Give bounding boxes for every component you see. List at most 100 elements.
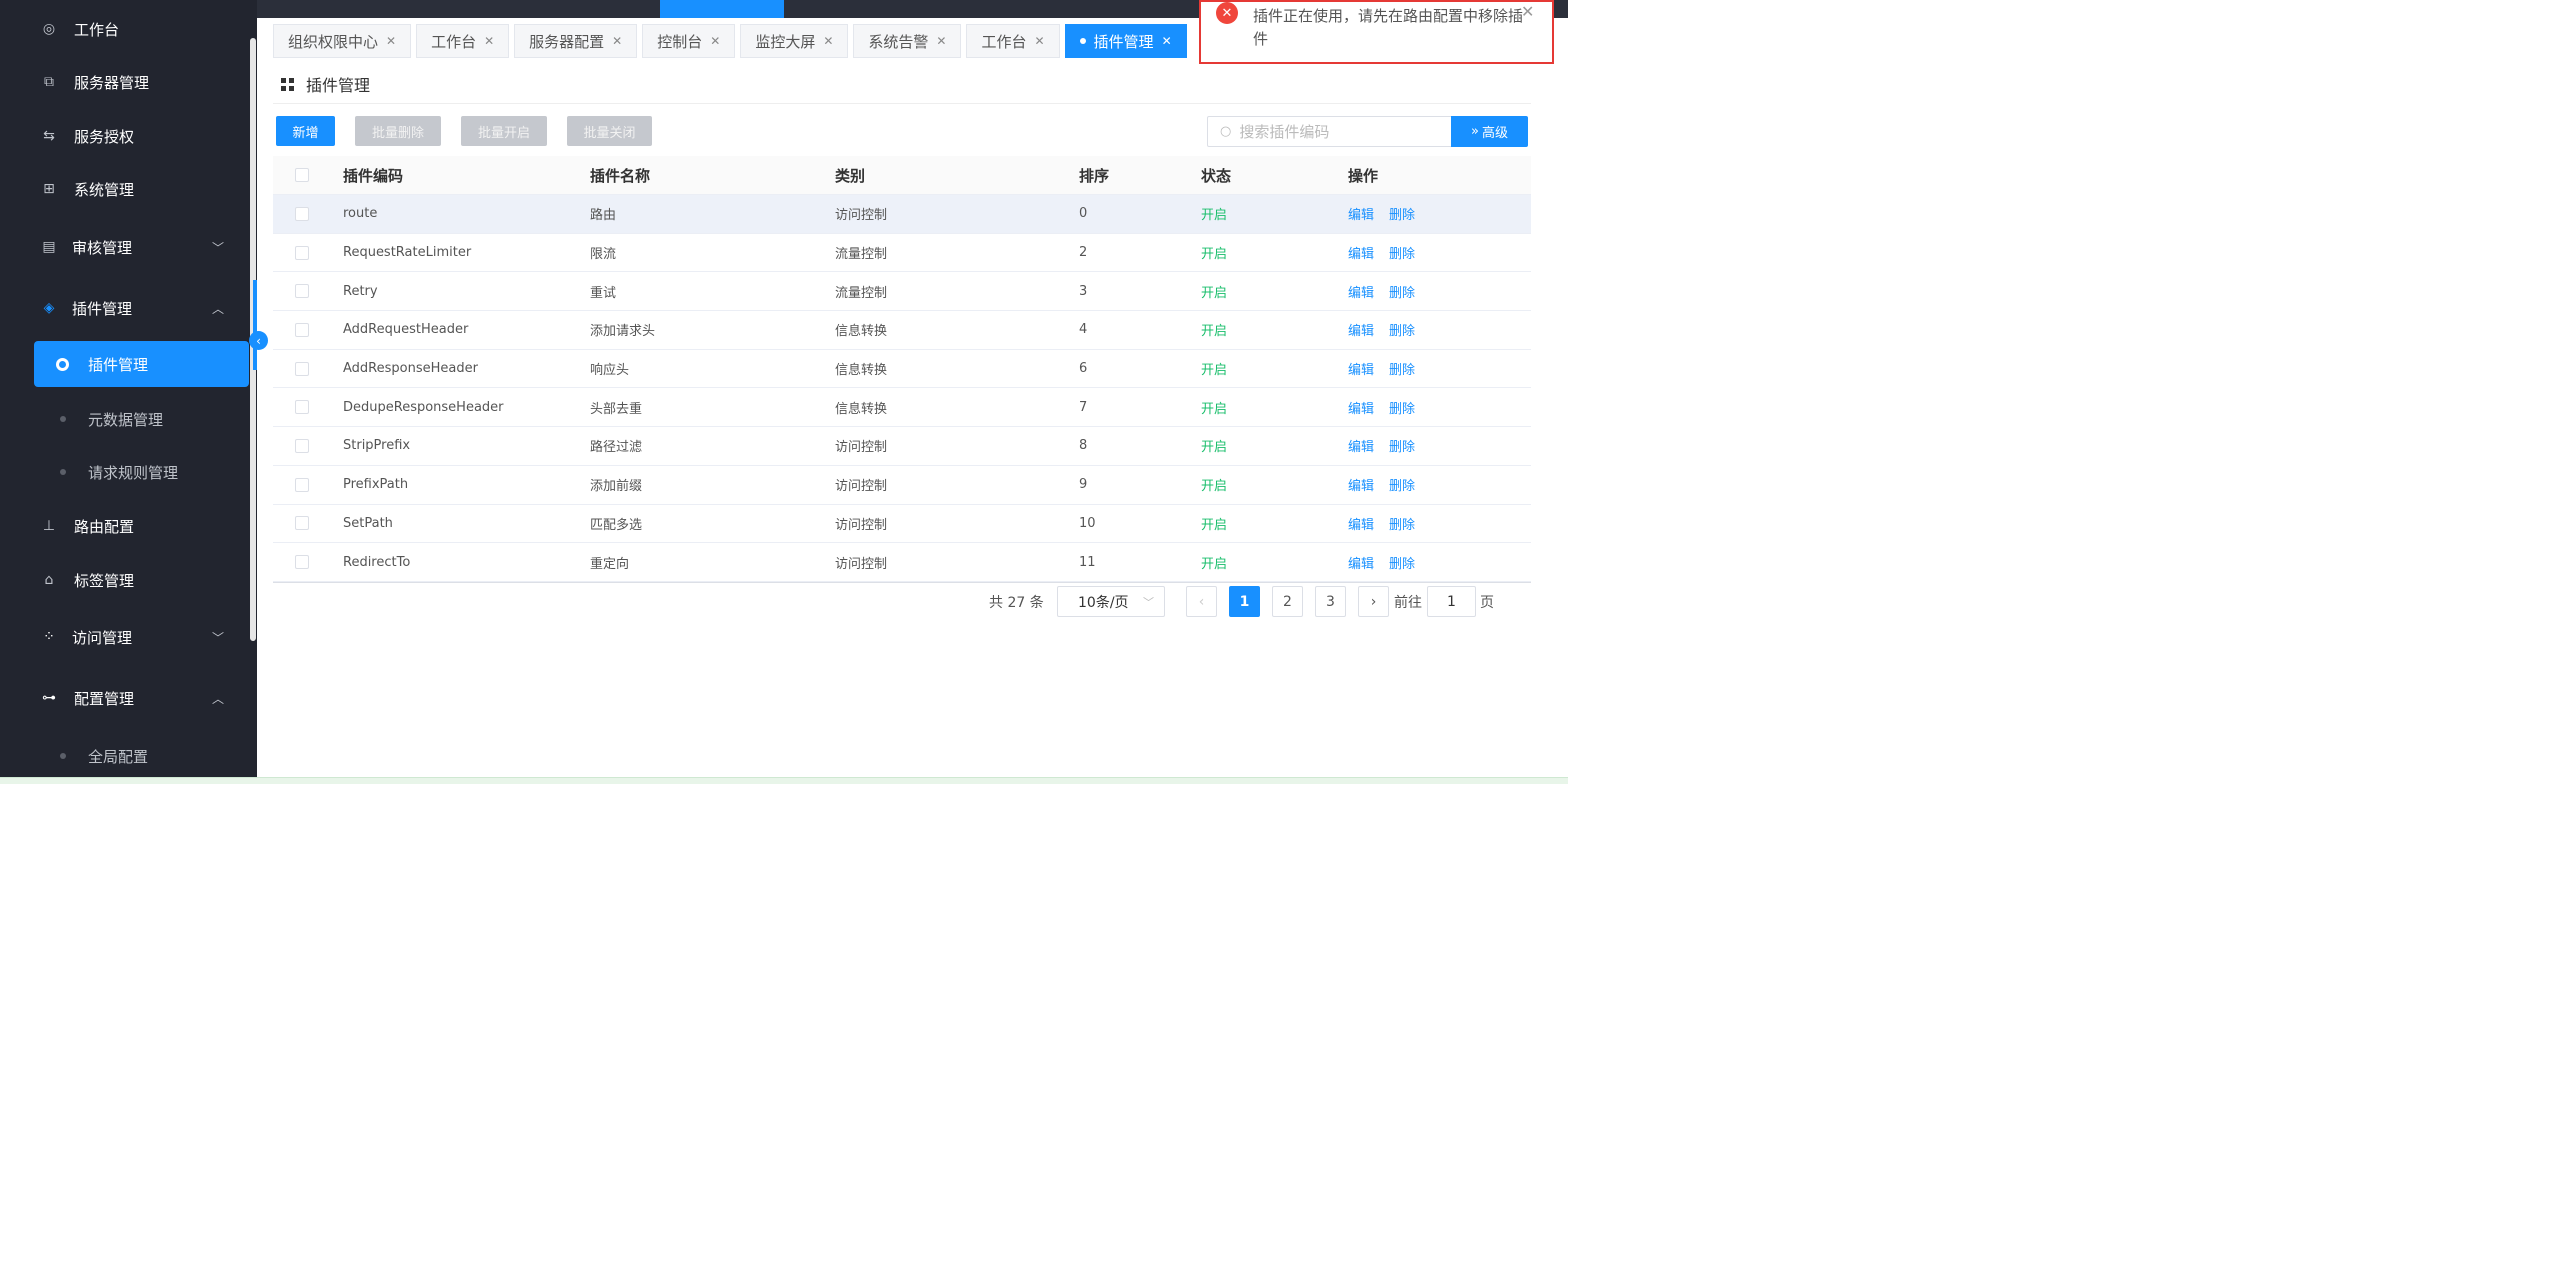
close-icon[interactable]: ✕ [823, 34, 833, 48]
header-plugin-name: 插件名称 [590, 166, 651, 185]
tab-workbench-2[interactable]: 工作台 ✕ [966, 24, 1060, 58]
close-icon[interactable]: ✕ [1034, 34, 1044, 48]
row-checkbox[interactable] [295, 322, 309, 337]
close-icon[interactable]: ✕ [936, 34, 946, 48]
tab-org-permission[interactable]: 组织权限中心 ✕ [273, 24, 412, 58]
tab-server-config[interactable]: 服务器配置 ✕ [514, 24, 638, 58]
sidebar-item-label: 插件管理 [72, 299, 133, 318]
header-operations: 操作 [1348, 166, 1379, 185]
close-icon[interactable]: ✕ [1521, 2, 1534, 21]
sidebar-item-config-management[interactable]: ⊶ 配置管理 ︿ [0, 678, 250, 718]
batch-disable-button[interactable]: 批量关闭 [567, 116, 652, 146]
goto-prefix: 前往 [1394, 594, 1422, 611]
error-icon: ✕ [1216, 2, 1238, 24]
sidebar-item-server-management[interactable]: ⧉ 服务器管理 [0, 62, 250, 102]
row-checkbox[interactable] [295, 284, 309, 299]
table-row: RequestRateLimiter 限流 流量控制 2 开启 编辑 删除 [273, 234, 1531, 273]
delete-link[interactable]: 删除 [1389, 243, 1415, 262]
edit-link[interactable]: 编辑 [1348, 282, 1374, 301]
cell-status: 开启 [1201, 556, 1228, 572]
delete-link[interactable]: 删除 [1389, 436, 1415, 455]
collapse-sidebar-button[interactable]: ‹ [249, 331, 268, 350]
delete-link[interactable]: 删除 [1389, 204, 1415, 223]
goto-page-input[interactable]: 1 [1427, 586, 1476, 617]
submenu-metadata-management[interactable]: 元数据管理 [34, 396, 249, 442]
prev-page-button[interactable]: ‹ [1186, 586, 1217, 617]
edit-link[interactable]: 编辑 [1348, 359, 1374, 378]
row-checkbox[interactable] [295, 361, 309, 376]
advanced-search-button[interactable]: » 高级 [1451, 116, 1528, 147]
row-checkbox[interactable] [295, 400, 309, 415]
page-title: 插件管理 [281, 72, 370, 96]
sidebar-item-audit-management[interactable]: ▤ 审核管理 ﹀ [0, 227, 250, 267]
close-icon[interactable]: ✕ [1162, 34, 1172, 48]
edit-link[interactable]: 编辑 [1348, 320, 1374, 339]
fingerprint-icon: ◎ [42, 21, 56, 37]
delete-link[interactable]: 删除 [1389, 514, 1415, 533]
edit-link[interactable]: 编辑 [1348, 204, 1374, 223]
close-icon[interactable]: ✕ [612, 34, 622, 48]
page-size-select[interactable]: 10条/页 ﹀ [1057, 586, 1165, 617]
table-row: PrefixPath 添加前缀 访问控制 9 开启 编辑 删除 [273, 466, 1531, 505]
sidebar-item-system-management[interactable]: ⊞ 系统管理 [0, 169, 250, 209]
sidebar-item-route-config[interactable]: ⊥ 路由配置 [0, 506, 250, 546]
edit-link[interactable]: 编辑 [1348, 243, 1374, 262]
cell-sort: 10 [1079, 515, 1096, 531]
cell-status: 开启 [1201, 517, 1228, 533]
search-input[interactable]: ○ 搜索插件编码 [1207, 116, 1452, 147]
batch-enable-button[interactable]: 批量开启 [461, 116, 547, 146]
delete-link[interactable]: 删除 [1389, 475, 1415, 494]
close-icon[interactable]: ✕ [710, 34, 720, 48]
cell-plugin-name: 响应头 [590, 363, 630, 379]
batch-delete-button[interactable]: 批量删除 [355, 116, 441, 146]
cell-category: 访问控制 [835, 479, 888, 495]
delete-link[interactable]: 删除 [1389, 398, 1415, 417]
cell-plugin-code: AddRequestHeader [343, 322, 469, 338]
delete-link[interactable]: 删除 [1389, 320, 1415, 339]
tab-plugin-management[interactable]: 插件管理 ✕ [1064, 24, 1187, 58]
row-checkbox[interactable] [295, 245, 309, 260]
sidebar-item-plugin-management[interactable]: ◈ 插件管理 ︿ [0, 288, 250, 328]
sidebar: ◎ 工作台 ⧉ 服务器管理 ⇆ 服务授权 ⊞ 系统管理 ▤ 审核管理 ﹀ ◈ 插… [0, 0, 257, 784]
edit-link[interactable]: 编辑 [1348, 475, 1374, 494]
add-button[interactable]: 新增 [276, 116, 335, 146]
sidebar-item-service-auth[interactable]: ⇆ 服务授权 [0, 116, 250, 156]
page-button-1[interactable]: 1 [1229, 586, 1260, 617]
close-icon[interactable]: ✕ [386, 34, 396, 48]
delete-link[interactable]: 删除 [1389, 282, 1415, 301]
tab-monitor-screen[interactable]: 监控大屏 ✕ [740, 24, 849, 58]
cell-operations: 编辑 删除 [1348, 359, 1415, 378]
delete-link[interactable]: 删除 [1389, 553, 1415, 572]
next-page-button[interactable]: › [1358, 586, 1389, 617]
row-checkbox[interactable] [295, 206, 309, 221]
sidebar-item-tag-management[interactable]: ⌂ 标签管理 [0, 560, 250, 600]
header-sort: 排序 [1079, 166, 1110, 185]
row-checkbox[interactable] [295, 516, 309, 531]
select-all-checkbox[interactable] [295, 168, 309, 182]
submenu-plugin-management[interactable]: 插件管理 [34, 341, 249, 387]
close-icon[interactable]: ✕ [484, 34, 494, 48]
double-chevron-down-icon: » [1471, 124, 1479, 139]
tab-workbench[interactable]: 工作台 ✕ [416, 24, 510, 58]
plugin-table: 插件编码 插件名称 类别 排序 状态 操作 route 路由 访问控制 0 开启 编辑 删除… [273, 156, 1531, 582]
table-row: StripPrefix 路径过滤 访问控制 8 开启 编辑 删除 [273, 427, 1531, 466]
page-button-3[interactable]: 3 [1315, 586, 1346, 617]
top-nav-active-item[interactable] [660, 0, 784, 18]
sidebar-item-workbench[interactable]: ◎ 工作台 [0, 9, 250, 49]
row-checkbox[interactable] [295, 555, 309, 570]
row-checkbox[interactable] [295, 477, 309, 492]
page-button-2[interactable]: 2 [1272, 586, 1303, 617]
sidebar-item-access-management[interactable]: ⁘ 访问管理 ﹀ [0, 617, 250, 657]
row-checkbox[interactable] [295, 438, 309, 453]
edit-link[interactable]: 编辑 [1348, 514, 1374, 533]
edit-link[interactable]: 编辑 [1348, 436, 1374, 455]
edit-link[interactable]: 编辑 [1348, 553, 1374, 572]
delete-link[interactable]: 删除 [1389, 359, 1415, 378]
tab-system-alert[interactable]: 系统告警 ✕ [853, 24, 962, 58]
tab-console[interactable]: 控制台 ✕ [642, 24, 736, 58]
submenu-request-rule-management[interactable]: 请求规则管理 [34, 449, 249, 495]
cell-status: 开启 [1201, 440, 1228, 456]
cell-status: 开启 [1201, 324, 1228, 340]
submenu-global-config[interactable]: 全局配置 [34, 733, 249, 779]
edit-link[interactable]: 编辑 [1348, 398, 1374, 417]
